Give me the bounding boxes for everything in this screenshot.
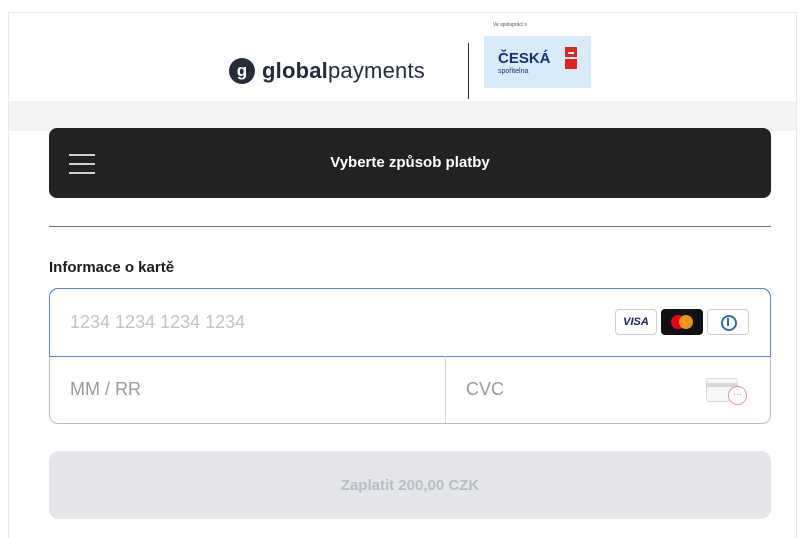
globalpayments-logo: g globalpayments bbox=[229, 53, 425, 89]
card-number-placeholder: 1234 1234 1234 1234 bbox=[70, 312, 246, 332]
partner-sub: spořitelna bbox=[498, 68, 529, 75]
mastercard-icon bbox=[661, 309, 703, 335]
partner-name: ČESKÁ bbox=[498, 50, 551, 67]
checkout-frame: g globalpayments Ve spolupráci s ČESKÁ s… bbox=[8, 12, 797, 538]
partner-tagline: Ve spolupráci s bbox=[493, 22, 527, 28]
globalpayments-wordmark: globalpayments bbox=[262, 58, 425, 83]
ceska-sporitelna-logo: ČESKÁ spořitelna bbox=[484, 36, 591, 88]
payment-method-menu[interactable]: Vyberte způsob platby bbox=[49, 128, 771, 198]
cvc-placeholder: CVC bbox=[466, 379, 505, 399]
ceska-sporitelna-emblem-icon bbox=[565, 47, 577, 69]
logo-separator bbox=[468, 43, 469, 99]
card-form: 1234 1234 1234 1234 VISA MM / RR CVC ··· bbox=[49, 288, 771, 424]
cvc-input[interactable]: CVC ··· bbox=[446, 356, 770, 423]
expiry-placeholder: MM / RR bbox=[70, 379, 141, 399]
header-band bbox=[9, 101, 796, 131]
diners-club-icon bbox=[707, 309, 749, 335]
visa-icon: VISA bbox=[615, 309, 657, 335]
card-brands: VISA bbox=[615, 309, 749, 335]
header: g globalpayments Ve spolupráci s ČESKÁ s… bbox=[9, 13, 796, 101]
globalpayments-mark-icon: g bbox=[229, 58, 255, 84]
cvc-card-icon: ··· bbox=[706, 376, 747, 405]
pay-button[interactable]: Zaplatit 200,00 CZK bbox=[49, 451, 771, 519]
divider bbox=[49, 226, 771, 227]
expiry-input[interactable]: MM / RR bbox=[50, 356, 446, 423]
menu-title: Vyberte způsob platby bbox=[330, 154, 490, 171]
card-info-label: Informace o kartě bbox=[49, 259, 175, 276]
card-number-input[interactable]: 1234 1234 1234 1234 VISA bbox=[49, 288, 771, 357]
